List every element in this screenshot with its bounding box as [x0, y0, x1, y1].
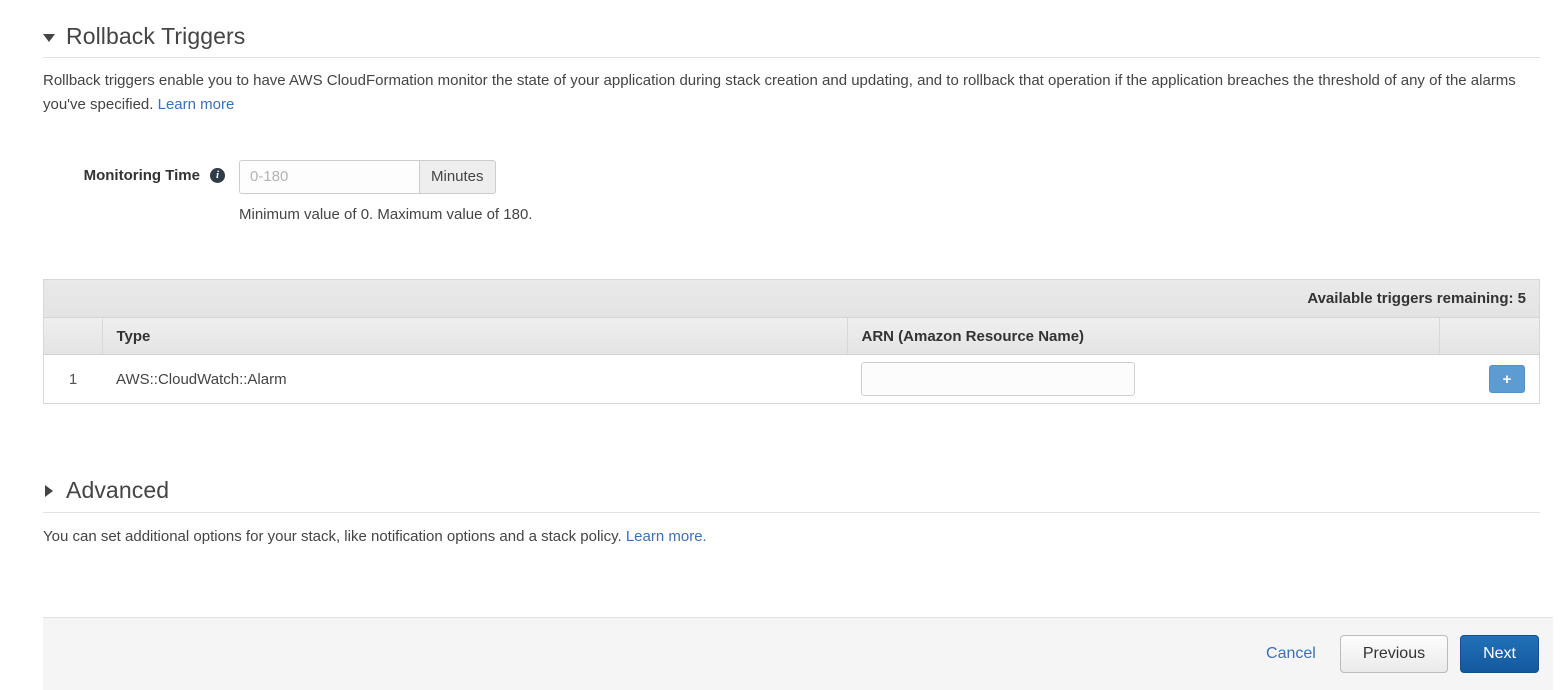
triggers-table-body: 1 AWS::CloudWatch::Alarm + — [44, 354, 1539, 405]
column-header-action — [1439, 317, 1539, 356]
footer-action-bar: Cancel Previous Next — [43, 617, 1553, 690]
row-arn-cell — [847, 354, 1439, 405]
triggers-table-wrapper: Available triggers remaining: 5 Type ARN… — [43, 278, 1540, 405]
column-header-type: Type — [102, 317, 848, 356]
table-row: 1 AWS::CloudWatch::Alarm + — [44, 354, 1539, 405]
advanced-description-text: You can set additional options for your … — [43, 527, 626, 545]
rollback-description-text: Rollback triggers enable you to have AWS… — [43, 72, 1516, 113]
row-index: 1 — [44, 354, 102, 405]
monitoring-time-input[interactable] — [239, 159, 419, 194]
advanced-section-title: Advanced — [66, 477, 170, 504]
minutes-addon: Minutes — [419, 159, 496, 194]
rollback-triggers-description: Rollback triggers enable you to have AWS… — [43, 69, 1533, 116]
monitoring-time-input-group: Minutes — [239, 159, 532, 194]
row-action-cell: + — [1439, 354, 1539, 405]
add-trigger-button[interactable]: + — [1489, 365, 1525, 394]
rollback-triggers-section-header[interactable]: Rollback Triggers — [43, 0, 1540, 59]
next-button[interactable]: Next — [1460, 635, 1539, 673]
advanced-learn-more-link[interactable]: Learn more. — [626, 528, 707, 545]
triggers-table-header-row: Type ARN (Amazon Resource Name) — [44, 317, 1539, 356]
cancel-button[interactable]: Cancel — [1256, 639, 1326, 669]
monitoring-time-field-area: Minutes Minimum value of 0. Maximum valu… — [239, 159, 533, 223]
monitoring-time-label-wrap: Monitoring Time i — [43, 160, 239, 184]
monitoring-time-help-text: Minimum value of 0. Maximum value of 180… — [239, 205, 533, 223]
triggers-table-toolbar: Available triggers remaining: 5 — [44, 279, 1539, 318]
advanced-section-header[interactable]: Advanced — [43, 404, 1540, 513]
row-type-value: AWS::CloudWatch::Alarm — [102, 354, 847, 405]
available-triggers-remaining: Available triggers remaining: 5 — [1307, 289, 1526, 307]
triggers-table-head: Type ARN (Amazon Resource Name) — [44, 317, 1539, 356]
triggers-table: Type ARN (Amazon Resource Name) 1 AWS::C… — [44, 317, 1539, 405]
column-header-arn: ARN (Amazon Resource Name) — [847, 317, 1440, 356]
monitoring-time-label: Monitoring Time — [83, 166, 200, 184]
page-content: Rollback Triggers Rollback triggers enab… — [0, 0, 1567, 548]
arn-input[interactable] — [861, 362, 1135, 397]
caret-right-icon[interactable] — [45, 484, 53, 497]
page-title: Rollback Triggers — [66, 23, 246, 49]
caret-down-icon[interactable] — [43, 34, 55, 43]
advanced-description: You can set additional options for your … — [43, 525, 1533, 548]
rollback-learn-more-link[interactable]: Learn more — [158, 96, 235, 113]
info-icon[interactable]: i — [210, 167, 225, 183]
monitoring-time-form-row: Monitoring Time i Minutes Minimum value … — [43, 159, 1553, 223]
column-header-index — [44, 317, 103, 356]
rollback-triggers-page: Rollback Triggers Rollback triggers enab… — [0, 0, 1567, 690]
previous-button[interactable]: Previous — [1339, 635, 1449, 673]
